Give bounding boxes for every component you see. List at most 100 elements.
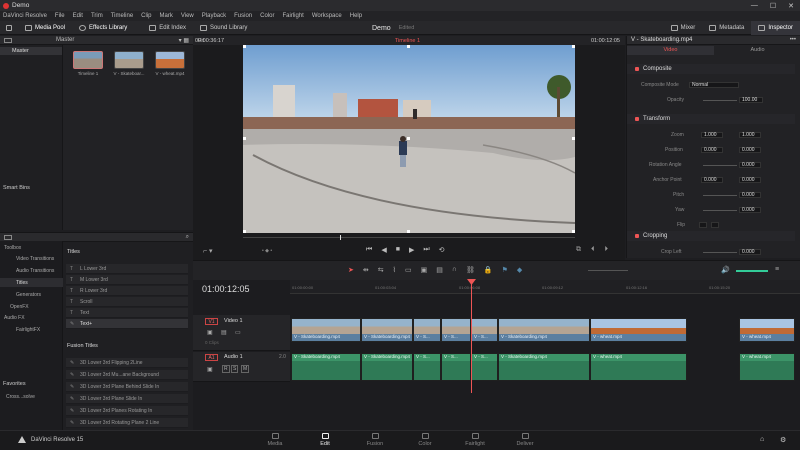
lock-icon[interactable]: ▣ [207,366,213,373]
enable-toggle-icon[interactable] [635,117,639,121]
video-clip[interactable]: V - Skateboarding.mp4 [361,318,413,342]
clip-thumbnail-timeline[interactable] [73,51,103,69]
position-lock-icon[interactable]: 🔒 [484,266,493,274]
fusion-title-item[interactable]: ✎ 3D Lower 3rd Mu...ane Background [66,370,188,380]
tree-video-transitions[interactable]: Video Transitions [0,254,63,263]
pitch-slider[interactable] [703,195,737,196]
audio-clip[interactable]: V - Skateboarding.mp4 [361,353,413,381]
title-m-lower-3rd[interactable]: T M Lower 3rd [66,275,188,285]
title-r-lower-3rd[interactable]: T R Lower 3rd [66,286,188,296]
snapping-icon[interactable]: ∩ [452,266,457,274]
flip-vertical-button[interactable] [711,222,719,228]
page-media[interactable]: Media [250,430,300,450]
transform-handle[interactable] [572,137,575,140]
page-deliver[interactable]: Deliver [500,430,550,450]
transform-handle[interactable] [407,137,410,140]
video-clip[interactable]: V - wheat.mp4 [739,318,795,342]
favorite-item[interactable]: Cross...solve [0,392,63,401]
position-x-field[interactable]: 0.000 [701,147,723,153]
fusion-title-item[interactable]: ✎ 3D Lower 3rd Rotating Plane 2 Line [66,418,188,428]
play-icon[interactable]: ▶ [409,246,414,254]
tree-fairlightfx[interactable]: FairlightFX [0,325,63,334]
video-track-header[interactable]: V1 Video 1 ▣ ▤ ▭ 0 Clips [193,315,290,351]
edit-index-button[interactable]: Edit Index [142,21,193,35]
transform-handle[interactable] [407,230,410,233]
viewer-scrubber-head[interactable] [340,235,341,240]
solo-button[interactable]: S [231,365,239,373]
menu-mark[interactable]: Mark [160,13,173,19]
bin-options-icon[interactable]: ▾ ▦ [179,37,189,44]
crop-left-slider[interactable] [703,252,737,253]
auto-select-icon[interactable]: ▤ [221,329,227,336]
transform-section[interactable]: Transform [627,114,795,124]
overwrite-clip-icon[interactable]: ▣ [421,266,428,274]
composite-section[interactable]: Composite [627,64,795,74]
zoom-x-field[interactable]: 1.000 [701,132,723,138]
selection-tool-icon[interactable]: ➤ [348,266,354,274]
yaw-field[interactable]: 0.000 [739,207,761,213]
replace-clip-icon[interactable]: ▤ [436,266,443,274]
menu-file[interactable]: File [55,13,65,19]
menu-clip[interactable]: Clip [141,13,151,19]
lock-icon[interactable]: ▣ [207,329,213,336]
match-frame-icon[interactable]: ⧉ [576,246,581,254]
audio-meter-icon[interactable]: ≡ [775,266,779,273]
tree-openfx[interactable]: OpenFX [0,302,63,311]
list-view-icon[interactable] [4,234,12,240]
video-clip[interactable]: V - wheat.mp4 [590,318,687,342]
gear-icon[interactable]: ⚙ [780,436,786,444]
dynamic-trim-icon[interactable]: ⇆ [378,266,384,274]
record-arm-button[interactable]: R [222,365,230,373]
anchor-x-field[interactable]: 0.000 [701,177,723,183]
flip-horizontal-button[interactable] [699,222,707,228]
audio-track-header[interactable]: A1 Audio 1 2.0 ▣ R S M [193,352,290,382]
audio-clip[interactable]: V - S... [413,353,441,381]
anchor-y-field[interactable]: 0.000 [739,177,761,183]
audio-clip[interactable]: V - S... [471,353,498,381]
maximize-button[interactable]: ☐ [770,2,776,10]
blade-tool-icon[interactable]: ⌇ [393,266,396,274]
audio-clip[interactable]: V - S... [441,353,471,381]
audio-clip[interactable]: V - wheat.mp4 [739,353,795,381]
marker-icon[interactable]: ◆ [517,266,522,274]
prev-edit-icon[interactable]: ⏴ [591,246,595,254]
bin-master[interactable]: Master [0,47,62,55]
clip-thumbnail-wheat[interactable] [155,51,185,69]
go-to-end-icon[interactable]: ⏭ [423,246,429,254]
enable-toggle-icon[interactable] [635,67,639,71]
transform-mode-button[interactable]: ⌐ ▾ [203,247,213,255]
title-scroll[interactable]: T Scroll [66,297,188,307]
page-fusion[interactable]: Fusion [350,430,400,450]
video-clip[interactable]: V - Skateboarding.mp4 [291,318,361,342]
timeline-name-dropdown[interactable]: Timeline 1 [395,38,420,44]
opacity-value[interactable]: 100.00 [739,97,763,103]
video-clip[interactable]: V - Skateboarding.mp4 [498,318,590,342]
effects-library-button[interactable]: Effects Library [72,21,134,35]
media-pool-button[interactable]: Media Pool [18,21,72,35]
page-color[interactable]: Color [400,430,450,450]
stop-icon[interactable]: ■ [396,246,400,254]
video-clip[interactable]: V - S... [413,318,441,342]
menu-timeline[interactable]: Timeline [111,13,133,19]
yaw-slider[interactable] [703,210,737,211]
search-icon[interactable]: ⌕ [186,234,189,241]
menu-workspace[interactable]: Workspace [312,13,342,19]
timeline-ruler[interactable]: 01:00:00:00 01:00:03:04 01:00:06:08 01:0… [290,280,800,294]
page-edit[interactable]: Edit [300,430,350,450]
video-clip[interactable]: V - S... [441,318,471,342]
minimize-button[interactable]: — [751,2,758,9]
fusion-title-item[interactable]: ✎ 3D Lower 3rd Plane Behind Slide In [66,382,188,392]
inspector-options-icon[interactable]: ••• [790,37,796,43]
audio-clip[interactable]: V - Skateboarding.mp4 [498,353,590,381]
cropping-section[interactable]: Cropping [627,231,795,241]
transform-handle[interactable] [243,230,246,233]
audio-clip[interactable]: V - wheat.mp4 [590,353,687,381]
list-view-icon[interactable] [4,37,12,43]
menu-view[interactable]: View [181,13,194,19]
title-text-plus[interactable]: ✎ Text+ [66,319,188,329]
menu-help[interactable]: Help [350,13,362,19]
crop-left-field[interactable]: 0.000 [739,249,761,255]
clip-thumbnail-skateboarding[interactable] [114,51,144,69]
loop-icon[interactable]: ⟲ [439,246,445,254]
page-fairlight[interactable]: Fairlight [450,430,500,450]
